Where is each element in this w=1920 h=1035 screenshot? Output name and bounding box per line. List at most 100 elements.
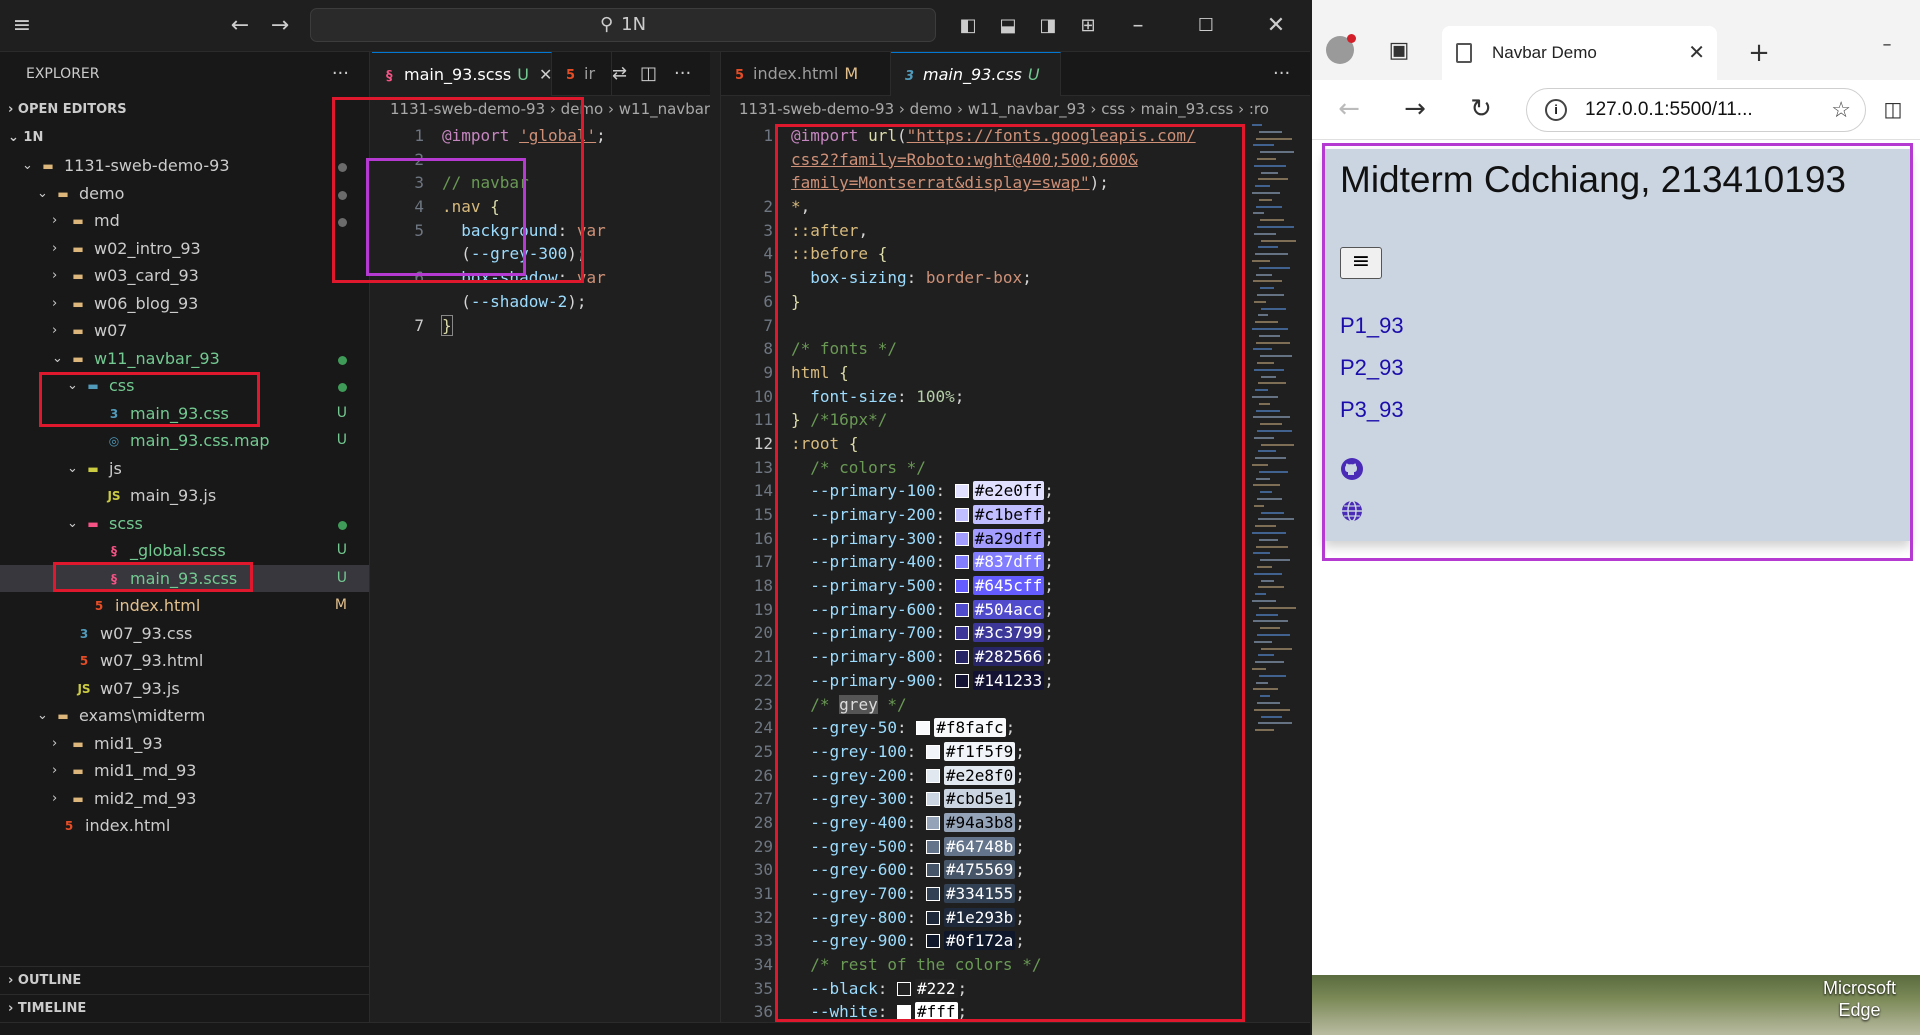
tree-item[interactable]: › ▬ w06_blog_93 bbox=[0, 290, 369, 318]
back-icon[interactable]: ← bbox=[1334, 94, 1364, 124]
tree-item[interactable]: ⌄ ▬ 1131-sweb-demo-93 bbox=[0, 152, 369, 180]
code-line: 28 --grey-400: #94a3b8; bbox=[753, 812, 1025, 832]
tree-item[interactable]: › ▬ mid1_md_93 bbox=[0, 757, 369, 785]
customize-layout-icon[interactable]: ⊞ bbox=[1074, 12, 1102, 40]
tree-item[interactable]: 5 index.html bbox=[0, 812, 369, 840]
chevron-right-icon[interactable]: › bbox=[52, 207, 66, 235]
workspace-root[interactable]: ⌄ 1N bbox=[0, 124, 369, 152]
chevron-right-icon[interactable]: › bbox=[52, 317, 66, 345]
git-status-badge: U bbox=[336, 432, 347, 448]
tree-item[interactable]: › ▬ mid1_93 bbox=[0, 730, 369, 758]
more-actions-icon[interactable]: ··· bbox=[332, 52, 349, 96]
close-window-icon[interactable]: ✕ bbox=[1262, 12, 1290, 40]
tree-item[interactable]: ⌄ ▬ exams\midterm bbox=[0, 702, 369, 730]
status-bar bbox=[0, 1022, 1310, 1035]
globe-icon[interactable] bbox=[1340, 499, 1364, 523]
menu-icon[interactable]: ≡ bbox=[8, 12, 36, 40]
chevron-right-icon[interactable]: › bbox=[52, 262, 66, 290]
tree-item[interactable]: 5 index.html M bbox=[0, 592, 369, 620]
minimize-icon[interactable]: – bbox=[1872, 30, 1902, 60]
tab-index-html[interactable]: 5 index.html M bbox=[721, 52, 891, 96]
chevron-down-icon[interactable]: ⌄ bbox=[37, 180, 51, 208]
toggle-panel-icon[interactable]: ⬓ bbox=[994, 12, 1022, 40]
tree-item[interactable]: JS w07_93.js bbox=[0, 675, 369, 703]
tree-item[interactable]: › ▬ md bbox=[0, 207, 369, 235]
tree-item[interactable]: ⌄ ▬ scss bbox=[0, 510, 369, 538]
hamburger-menu-button[interactable]: ≡ bbox=[1340, 247, 1382, 279]
command-center[interactable]: ⚲ 1N bbox=[310, 8, 936, 42]
tab-main-css[interactable]: 3 main_93.css U bbox=[891, 52, 1061, 96]
new-tab-icon[interactable]: + bbox=[1744, 38, 1774, 68]
tree-item[interactable]: › ▬ mid2_md_93 bbox=[0, 785, 369, 813]
chevron-down-icon[interactable]: ⌄ bbox=[52, 345, 66, 373]
tree-item[interactable]: ⌄ ▬ css bbox=[0, 372, 369, 400]
code-line: 36 --white: #fff; bbox=[753, 1002, 968, 1022]
close-tab-icon[interactable]: ✕ bbox=[539, 65, 551, 84]
split-editor-icon[interactable]: ◫ bbox=[640, 52, 657, 96]
more-actions-icon[interactable]: ··· bbox=[674, 52, 691, 96]
tree-item[interactable]: 3 w07_93.css bbox=[0, 620, 369, 648]
tree-item[interactable]: ◎ main_93.css.map U bbox=[0, 427, 369, 455]
favorite-star-icon[interactable]: ☆ bbox=[1831, 89, 1851, 131]
minimap-line bbox=[1259, 538, 1278, 541]
close-tab-icon[interactable]: ✕ bbox=[1688, 26, 1705, 80]
chevron-down-icon[interactable]: ⌄ bbox=[67, 455, 81, 483]
tree-item[interactable]: ⌄ ▬ js bbox=[0, 455, 369, 483]
tree-item[interactable]: 3 main_93.css U bbox=[0, 400, 369, 428]
forward-arrow-icon[interactable]: → bbox=[266, 12, 294, 40]
toggle-primary-sidebar-icon[interactable]: ◧ bbox=[954, 12, 982, 40]
chevron-down-icon[interactable]: ⌄ bbox=[67, 510, 81, 538]
tree-item[interactable]: › ▬ w07 bbox=[0, 317, 369, 345]
folder-icon: ▬ bbox=[87, 461, 99, 476]
chevron-right-icon[interactable]: › bbox=[52, 290, 66, 318]
tree-item[interactable]: 5 w07_93.html bbox=[0, 647, 369, 675]
github-icon[interactable] bbox=[1340, 457, 1364, 481]
outline-section[interactable]: › OUTLINE bbox=[0, 966, 369, 994]
code-area-css[interactable]: 1 @import url("https://fonts.googleapis.c… bbox=[721, 124, 1241, 1024]
timeline-section[interactable]: › TIMELINE bbox=[0, 994, 369, 1022]
scss-file-icon: § bbox=[111, 571, 117, 586]
minimap[interactable] bbox=[1250, 124, 1300, 744]
profile-avatar-icon[interactable] bbox=[1326, 34, 1356, 64]
chevron-right-icon[interactable]: › bbox=[52, 730, 66, 758]
tab-main-scss[interactable]: § main_93.scss U ✕ bbox=[372, 52, 552, 96]
chevron-right-icon[interactable]: › bbox=[52, 757, 66, 785]
tab-index-html-partial[interactable]: 5 ir bbox=[552, 52, 612, 96]
tree-item[interactable]: § _global.scss U bbox=[0, 537, 369, 565]
tree-item[interactable]: › ▬ w02_intro_93 bbox=[0, 235, 369, 263]
tree-item[interactable]: ⌄ ▬ demo bbox=[0, 180, 369, 208]
chevron-down-icon[interactable]: ⌄ bbox=[67, 372, 81, 400]
nav-link-p1[interactable]: P1_93 bbox=[1340, 313, 1404, 339]
minimize-icon[interactable]: – bbox=[1124, 12, 1152, 40]
breadcrumb[interactable]: 1131-sweb-demo-93 › demo › w11_navbar_93… bbox=[721, 96, 1310, 122]
explorer-title: EXPLORER bbox=[26, 66, 100, 82]
git-status-badge: M bbox=[334, 597, 347, 613]
tree-item[interactable]: JS main_93.js bbox=[0, 482, 369, 510]
nav-link-p2[interactable]: P2_93 bbox=[1340, 355, 1404, 381]
browser-tab-navbar-demo[interactable]: Navbar Demo ✕ bbox=[1442, 26, 1717, 80]
more-actions-icon[interactable]: ··· bbox=[1273, 52, 1290, 96]
desktop-shortcut-edge[interactable]: Microsoft Edge bbox=[1823, 977, 1896, 1021]
tree-item[interactable]: ⌄ ▬ w11_navbar_93 bbox=[0, 345, 369, 373]
toggle-secondary-sidebar-icon[interactable]: ◨ bbox=[1034, 12, 1062, 40]
address-bar[interactable]: i 127.0.0.1:5500/11... ☆ bbox=[1526, 88, 1866, 132]
split-screen-icon[interactable]: ◫ bbox=[1878, 94, 1908, 124]
refresh-icon[interactable]: ↻ bbox=[1466, 94, 1496, 124]
chevron-down-icon[interactable]: ⌄ bbox=[22, 152, 36, 180]
maximize-icon[interactable]: ☐ bbox=[1192, 12, 1220, 40]
compare-icon[interactable]: ⇄ bbox=[612, 52, 627, 96]
tree-item[interactable]: § main_93.scss U bbox=[0, 564, 369, 592]
code-area-scss[interactable]: 1 @import 'global'; 2 3// navbar 4 .nav { … bbox=[372, 124, 710, 337]
site-info-icon[interactable]: i bbox=[1545, 99, 1567, 121]
chevron-right-icon[interactable]: › bbox=[52, 235, 66, 263]
tab-actions-icon[interactable]: ▣ bbox=[1384, 36, 1414, 66]
back-arrow-icon[interactable]: ← bbox=[226, 12, 254, 40]
tree-item[interactable]: › ▬ w03_card_93 bbox=[0, 262, 369, 290]
chevron-down-icon[interactable]: ⌄ bbox=[37, 702, 51, 730]
nav-link-p3[interactable]: P3_93 bbox=[1340, 397, 1404, 423]
tree-item-label: w02_intro_93 bbox=[94, 238, 201, 258]
breadcrumb[interactable]: 1131-sweb-demo-93 › demo › w11_navbar_ bbox=[372, 96, 710, 122]
chevron-right-icon[interactable]: › bbox=[52, 785, 66, 813]
open-editors-section[interactable]: › OPEN EDITORS bbox=[0, 96, 369, 124]
forward-icon[interactable]: → bbox=[1400, 94, 1430, 124]
